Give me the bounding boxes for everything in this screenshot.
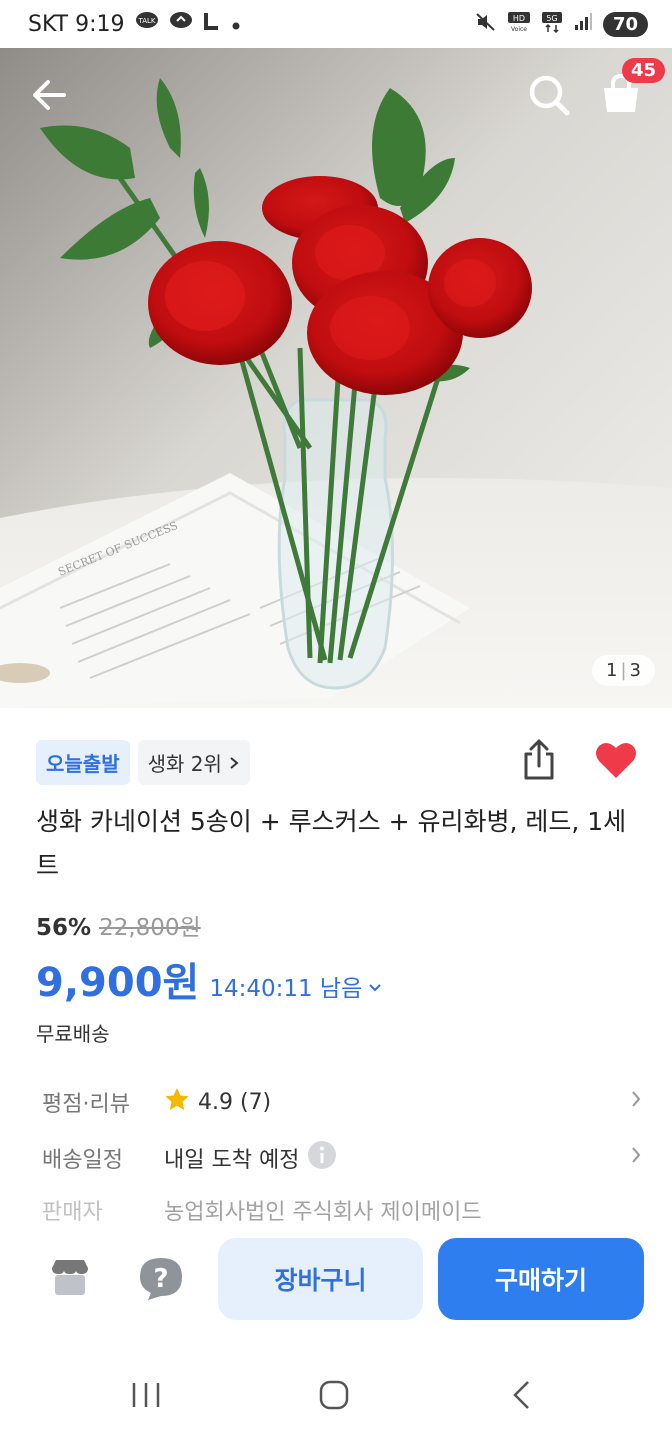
status-bar: SKT 9:19 TALK HD Voice 5G 70 bbox=[0, 0, 672, 48]
store-icon bbox=[52, 1260, 88, 1295]
delivery-schedule-row[interactable]: 배송일정 내일 도착 예정 bbox=[42, 1140, 642, 1176]
talk-icon: TALK bbox=[135, 11, 159, 37]
svg-text:TALK: TALK bbox=[137, 17, 155, 25]
chevron-right-icon bbox=[630, 1089, 642, 1115]
rating-label: 평점·리뷰 bbox=[42, 1092, 130, 1117]
chevron-down-icon bbox=[368, 973, 382, 999]
chat-icon bbox=[169, 11, 193, 37]
svg-text:?: ? bbox=[153, 1264, 168, 1294]
carnation-photo: SECRET OF SUCCESS bbox=[0, 48, 672, 708]
pager-separator: | bbox=[620, 660, 627, 681]
info-icon[interactable] bbox=[307, 1140, 337, 1176]
app-l-icon bbox=[203, 11, 221, 37]
back-button[interactable] bbox=[28, 74, 70, 120]
system-nav-bar bbox=[0, 1340, 672, 1440]
recent-apps-button[interactable] bbox=[130, 1380, 162, 1414]
chevron-right-icon bbox=[630, 1145, 642, 1171]
product-image[interactable]: SECRET OF SUCCESS bbox=[0, 48, 672, 708]
wishlist-button[interactable] bbox=[594, 740, 638, 784]
shipping-info: 무료배송 bbox=[36, 1022, 110, 1046]
inquiry-button[interactable]: ? bbox=[138, 1256, 184, 1306]
pager-current: 1 bbox=[606, 660, 618, 681]
discount-rate: 56% bbox=[36, 915, 92, 941]
recent-apps-icon bbox=[132, 1383, 160, 1407]
hd-voice-icon: HD Voice bbox=[507, 11, 531, 37]
home-button[interactable] bbox=[318, 1380, 350, 1414]
delivery-value: 내일 도착 예정 bbox=[164, 1148, 300, 1173]
rating-value-wrap: 4.9 (7) bbox=[164, 1087, 630, 1117]
system-back-button[interactable] bbox=[508, 1380, 536, 1414]
share-button[interactable] bbox=[520, 738, 558, 786]
heart-icon bbox=[596, 742, 636, 778]
deal-timer[interactable]: 14:40:11 남음 bbox=[209, 969, 382, 1003]
product-title: 생화 카네이션 5송이 + 루스커스 + 유리화병, 레드, 1세트 bbox=[36, 807, 627, 880]
image-pager: 1 | 3 bbox=[592, 655, 655, 686]
question-bubble-icon: ? bbox=[140, 1258, 182, 1300]
badge-rank-label: 생화 2위 bbox=[147, 752, 222, 776]
search-button[interactable] bbox=[526, 72, 572, 122]
cart-count-badge: 45 bbox=[622, 58, 666, 83]
price-row: 9,900원 14:40:11 남음 bbox=[36, 950, 382, 1008]
svg-text:HD: HD bbox=[513, 14, 525, 23]
sale-price: 9,900원 bbox=[36, 960, 200, 1006]
status-right: HD Voice 5G 70 bbox=[475, 11, 648, 37]
svg-text:Voice: Voice bbox=[511, 26, 527, 33]
bottom-action-bar: ? 장바구니 구매하기 bbox=[0, 1222, 672, 1340]
dot-icon bbox=[231, 12, 241, 37]
badge-row: 오늘출발 생화 2위 bbox=[36, 740, 250, 785]
back-arrow-icon bbox=[33, 80, 66, 110]
star-icon bbox=[164, 1087, 190, 1117]
badge-category-rank[interactable]: 생화 2위 bbox=[137, 740, 250, 785]
chevron-right-icon bbox=[228, 751, 240, 775]
chevron-left-icon bbox=[513, 1381, 529, 1409]
buy-now-button[interactable]: 구매하기 bbox=[438, 1238, 644, 1320]
store-button[interactable] bbox=[48, 1258, 92, 1302]
mute-icon bbox=[475, 12, 497, 36]
delivery-label: 배송일정 bbox=[42, 1148, 123, 1173]
badge-today-shipping: 오늘출발 bbox=[36, 740, 130, 785]
timer-label: 14:40:11 남음 bbox=[209, 976, 363, 1002]
pager-total: 3 bbox=[629, 660, 641, 681]
svg-text:5G: 5G bbox=[546, 14, 557, 23]
discount-row: 56% 22,800원 bbox=[36, 908, 201, 942]
original-price: 22,800원 bbox=[99, 915, 201, 941]
delivery-value-wrap: 내일 도착 예정 bbox=[164, 1140, 630, 1176]
battery-indicator: 70 bbox=[602, 11, 648, 37]
share-icon bbox=[524, 739, 554, 780]
search-icon bbox=[529, 75, 570, 116]
carrier-time: SKT 9:19 bbox=[28, 11, 125, 37]
rating-value: 4.9 (7) bbox=[198, 1089, 272, 1115]
rating-review-row[interactable]: 평점·리뷰 4.9 (7) bbox=[42, 1086, 642, 1118]
5g-icon: 5G bbox=[541, 11, 563, 37]
signal-icon bbox=[573, 12, 593, 36]
add-to-cart-button[interactable]: 장바구니 bbox=[218, 1238, 423, 1320]
status-left: SKT 9:19 TALK bbox=[28, 11, 241, 37]
home-icon bbox=[319, 1380, 349, 1410]
